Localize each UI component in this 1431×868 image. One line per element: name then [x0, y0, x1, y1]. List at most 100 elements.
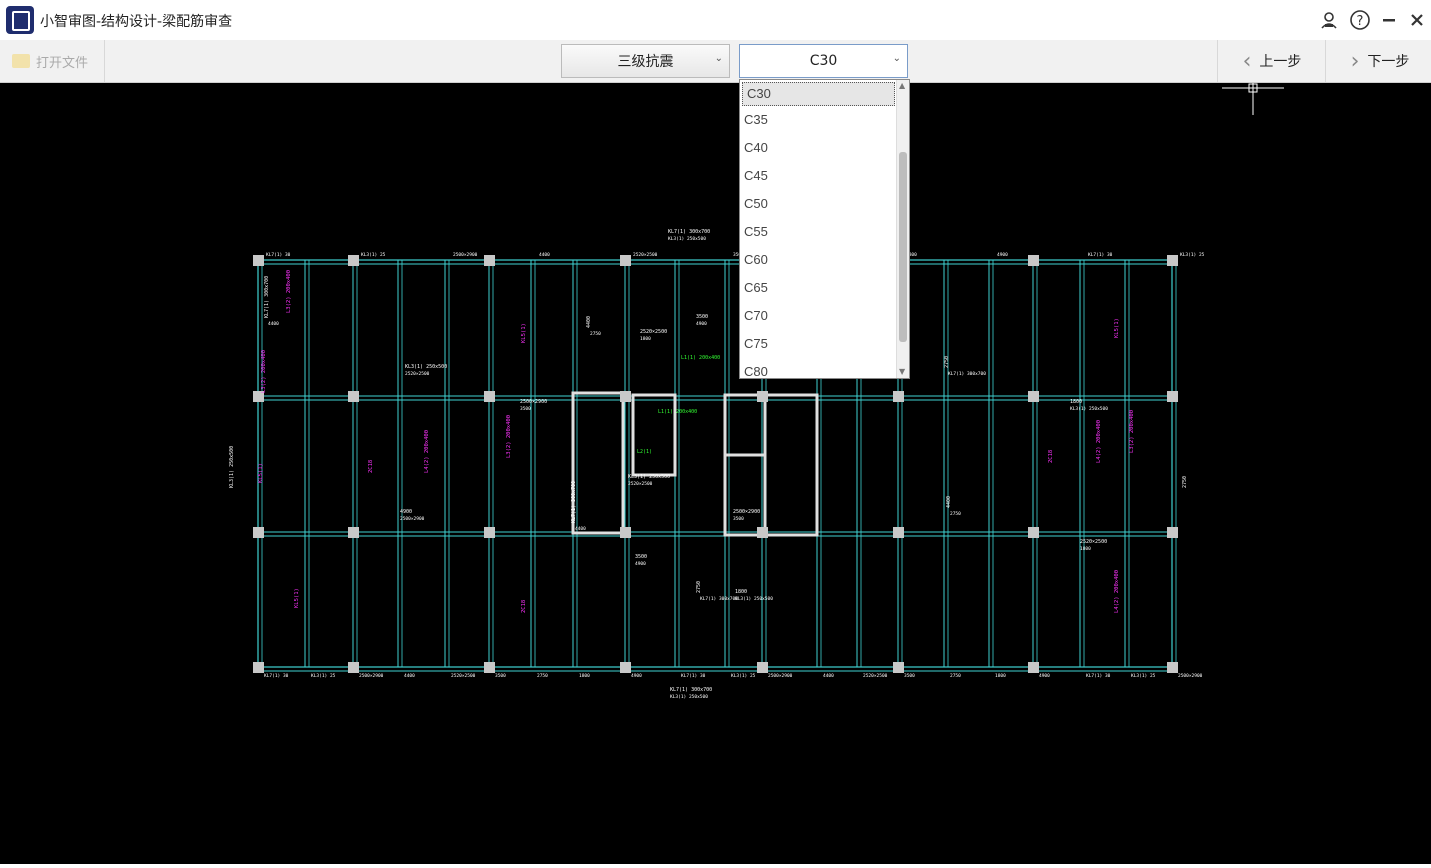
beam-annotation: 4400 — [539, 252, 550, 258]
cad-canvas[interactable]: KL7(1) 30 KL3(1) 25 2500×2900 4400 2520×2500… — [0, 80, 1431, 864]
user-icon[interactable] — [1317, 8, 1341, 32]
beam-annotation: 4900 — [997, 252, 1008, 258]
beam-annotation: 2520×2500 — [640, 329, 667, 335]
column — [484, 662, 495, 673]
option-c75[interactable]: C75 — [740, 330, 909, 358]
beam-annotation: 2500×2900 — [1178, 673, 1203, 679]
window-title: 小智审图-结构设计-梁配筋审查 — [40, 14, 233, 30]
open-file-button[interactable]: 打开文件 — [0, 40, 105, 82]
next-step-button[interactable]: › 下一步 — [1325, 40, 1431, 82]
beam-annotation: KL3(1) 250x500 — [628, 474, 670, 480]
beam-annotation: 4900 — [400, 509, 412, 515]
column — [620, 391, 631, 402]
beam-annotation: 2500×2900 — [768, 673, 793, 679]
beam-annotation: 2500×2900 — [733, 509, 760, 515]
beam-annotation: KL3(1) 25 — [1131, 673, 1156, 679]
beam-annotation: 4400 — [946, 496, 952, 508]
beam-annotation: KL7(1) 300x700 — [948, 371, 986, 377]
beam-annotation: KL5(1) — [258, 463, 264, 483]
beam-annotation: KL3(1) 250x500 — [229, 446, 235, 488]
prev-step-button[interactable]: ‹ 上一步 — [1217, 40, 1326, 82]
beam-annotation: 2750 — [696, 581, 702, 593]
beam-annotation: KL3(1) 250x500 — [670, 694, 708, 700]
beam-annotation: 2750 — [537, 673, 548, 679]
option-c40[interactable]: C40 — [740, 134, 909, 162]
dropdown-scrollbar[interactable]: ▲ ▼ — [896, 80, 909, 378]
floor-plan-drawing[interactable]: KL7(1) 30 KL3(1) 25 2500×2900 4400 2520×2500… — [0, 80, 1431, 864]
plan-outline — [257, 259, 1173, 668]
beam-annotation: KL7(1) 300x700 — [668, 229, 710, 235]
option-c35[interactable]: C35 — [740, 106, 909, 134]
column — [1167, 527, 1178, 538]
beam-annotation: KL7(1) 30 — [264, 673, 289, 679]
beam-annotation: 4400 — [404, 673, 415, 679]
option-c65[interactable]: C65 — [740, 274, 909, 302]
beam-annotation: KL3(1) 250x500 — [735, 596, 773, 602]
minimize-icon[interactable] — [1377, 8, 1401, 32]
folder-icon — [12, 54, 30, 68]
beam-annotation: KL3(1) 250x500 — [668, 236, 706, 242]
beam-annotation: 2C18 — [368, 460, 374, 473]
app-logo-icon — [6, 6, 34, 34]
beam-annotation: 2750 — [944, 356, 950, 368]
option-c55[interactable]: C55 — [740, 218, 909, 246]
beam-annotation: L3(2) 200x400 — [506, 415, 512, 458]
beam-annotation: 2500×2900 — [453, 252, 478, 258]
help-icon[interactable]: ? — [1348, 8, 1372, 32]
column — [893, 662, 904, 673]
beam-annotation: 2520×2500 — [405, 371, 430, 377]
beam-annotation: 3500 — [495, 673, 506, 679]
prev-step-label: 上一步 — [1259, 54, 1302, 70]
concrete-grade-dropdown[interactable]: C30 C35 C40 C45 C50 C55 C60 C65 C70 C75 C80 ▲ ▼ — [739, 79, 910, 379]
column — [348, 662, 359, 673]
column — [620, 662, 631, 673]
option-c45[interactable]: C45 — [740, 162, 909, 190]
scrollbar-thumb[interactable] — [899, 152, 907, 342]
beam-annotation: L3(2) 200x400 — [1129, 410, 1135, 453]
beam-annotation: KL7(1) 300x700 — [700, 596, 738, 602]
concrete-grade-options: C30 C35 C40 C45 C50 C55 C60 C65 C70 C75 C80 — [740, 82, 909, 378]
beam-annotation: 2520×2500 — [863, 673, 888, 679]
option-c50[interactable]: C50 — [740, 190, 909, 218]
beam-annotation: 2750 — [1182, 476, 1188, 488]
seismic-grade-select[interactable]: 三级抗震 ⌄ — [561, 44, 730, 78]
beam-annotation: 3500 — [733, 516, 744, 522]
close-icon[interactable] — [1405, 8, 1429, 32]
option-c60[interactable]: C60 — [740, 246, 909, 274]
option-c30[interactable]: C30 — [742, 82, 895, 106]
column — [1028, 662, 1039, 673]
beam-annotation: 2500×2900 — [400, 516, 425, 522]
crosshair-cursor-icon — [1222, 80, 1284, 115]
column — [484, 527, 495, 538]
column — [757, 391, 768, 402]
column — [484, 391, 495, 402]
concrete-grade-select[interactable]: C30 ⌄ — [739, 44, 908, 78]
beam-annotation: KL5(1) — [521, 323, 527, 343]
beam-annotation: 4900 — [635, 561, 646, 567]
beam-annotation: 4400 — [575, 526, 586, 532]
scroll-down-icon[interactable]: ▼ — [899, 367, 905, 376]
beam-annotation: 2750 — [950, 673, 961, 679]
core-wall — [571, 391, 625, 535]
option-c80[interactable]: C80 — [740, 358, 909, 378]
column — [1028, 255, 1039, 266]
beam-annotation: 3500 — [635, 554, 647, 560]
beam-annotation: L4(2) 200x400 — [1096, 420, 1102, 463]
beam-annotation: L2(1) — [637, 449, 652, 455]
beam-annotation: 2500×2900 — [359, 673, 384, 679]
beam-annotation: 3500 — [520, 406, 531, 412]
beam-annotation: KL5(1) — [1114, 318, 1120, 338]
beam-annotation: KL7(1) 30 — [1088, 252, 1113, 258]
option-c70[interactable]: C70 — [740, 302, 909, 330]
beam-annotation: 4400 — [268, 321, 279, 327]
column — [893, 391, 904, 402]
beam-annotation: 3500 — [696, 314, 708, 320]
beam-annotation: 4400 — [823, 673, 834, 679]
column — [1167, 255, 1178, 266]
core-wall — [723, 393, 767, 457]
beam-annotation: KL7(1) 300x700 — [264, 276, 270, 318]
scroll-up-icon[interactable]: ▲ — [899, 81, 905, 90]
beam-annotation: KL7(1) 30 — [266, 252, 291, 258]
title-bar: 小智审图-结构设计-梁配筋审查 ? — [0, 0, 1431, 40]
column — [348, 255, 359, 266]
